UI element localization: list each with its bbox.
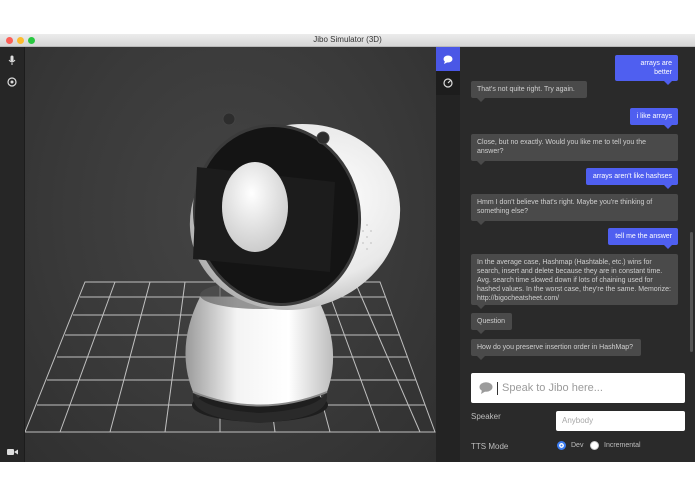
speaker-label: Speaker [471, 412, 501, 421]
chat-panel: arrays are better That's not quite right… [460, 47, 695, 462]
window-title: Jibo Simulator (3D) [313, 35, 382, 44]
jibo-message: Question [471, 313, 512, 334]
camera-button[interactable] [0, 441, 24, 462]
user-message: arrays aren't like hashses [586, 168, 678, 189]
microphone-icon [8, 55, 16, 65]
speak-input[interactable]: Speak to Jibo here... [471, 373, 685, 403]
left-toolbar [0, 47, 25, 462]
chat-scrollbar[interactable] [690, 232, 693, 352]
target-button[interactable] [0, 71, 24, 93]
microphone-button[interactable] [0, 49, 24, 71]
user-message: arrays are better [615, 55, 678, 85]
jibo-message: Close, but no exactly. Would you like me… [471, 134, 678, 165]
jibo-message: That's not quite right. Try again. [471, 81, 587, 102]
jibo-message: How do you preserve insertion order in H… [471, 339, 641, 360]
target-icon [7, 77, 17, 87]
jibo-message: Hmm I don't believe that's right. Maybe … [471, 194, 678, 225]
panel-tabs [436, 47, 460, 462]
title-bar: Jibo Simulator (3D) [0, 34, 695, 47]
tts-incremental-label: Incremental [604, 442, 641, 449]
chat-bubble-icon [479, 382, 493, 394]
jibo-message: In the average case, Hashmap (Hashtable,… [471, 254, 678, 309]
settings-icon [443, 78, 453, 88]
speaker-select[interactable]: Anybody [556, 411, 685, 431]
tab-settings[interactable] [436, 71, 460, 95]
3d-viewport[interactable] [25, 47, 436, 462]
jibo-robot-render [25, 112, 436, 433]
text-caret [497, 381, 498, 395]
message-list[interactable]: arrays are better That's not quite right… [460, 47, 695, 402]
user-message: i like arrays [630, 108, 678, 129]
tab-chat[interactable] [436, 47, 460, 71]
chat-bubble-icon [443, 55, 453, 64]
simulator-window: Jibo Simulator (3D) arrays are better Th… [0, 34, 695, 462]
user-message: tell me the answer [608, 228, 678, 249]
tts-dev-radio[interactable] [557, 441, 566, 450]
tts-incremental-radio[interactable] [590, 441, 599, 450]
speak-input-placeholder: Speak to Jibo here... [502, 382, 603, 394]
tts-dev-label: Dev [571, 442, 584, 449]
camera-icon [6, 449, 18, 455]
tts-mode-label: TTS Mode [471, 442, 509, 451]
